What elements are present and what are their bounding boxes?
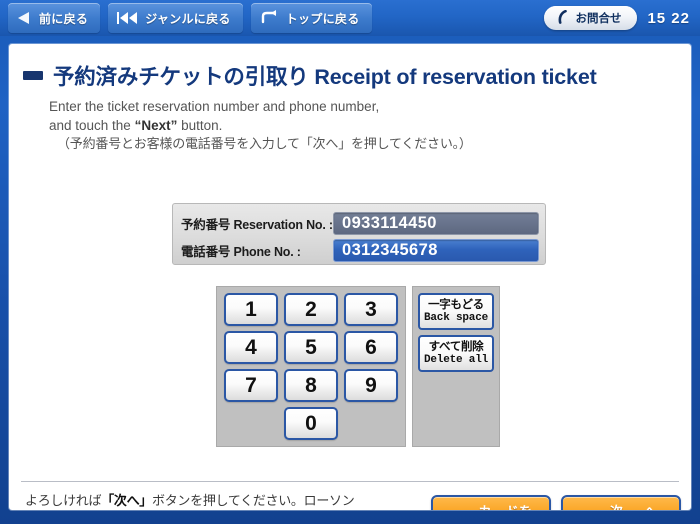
- key-3[interactable]: 3: [344, 293, 398, 326]
- key-2[interactable]: 2: [284, 293, 338, 326]
- key-8[interactable]: 8: [284, 369, 338, 402]
- footer-text-line-1: よろしければ「次へ」ボタンを押してください。ローソン: [25, 492, 425, 510]
- genre-back-button-label: ジャンルに戻る: [145, 11, 231, 26]
- triangle-left-icon: [16, 11, 32, 25]
- next-button-label: 次 へ Next: [592, 504, 679, 510]
- key-9[interactable]: 9: [344, 369, 398, 402]
- phone-number-field[interactable]: 0312345678: [333, 239, 539, 262]
- clock-display: 15 22: [647, 9, 690, 27]
- read-card-button[interactable]: カードを 読み取る: [431, 495, 551, 510]
- next-button[interactable]: 次 へ Next: [561, 495, 681, 510]
- footer-line1-a: よろしければ: [25, 492, 102, 508]
- contact-button-label: お問合せ: [575, 13, 622, 25]
- key-5[interactable]: 5: [284, 331, 338, 364]
- kiosk-screen: 前に戻る ジャンルに戻る トップに戻る お問合せ 15 22 予約済みチケットの…: [0, 0, 700, 524]
- key-0[interactable]: 0: [284, 407, 338, 440]
- contact-button[interactable]: お問合せ: [544, 6, 638, 30]
- phone-number-label: 電話番号 Phone No. :: [181, 245, 301, 259]
- content-panel: 予約済みチケットの引取り Receipt of reservation tick…: [9, 44, 691, 510]
- page-title: 予約済みチケットの引取り Receipt of reservation tick…: [53, 65, 597, 89]
- footer-line1-c: ボタンを押してください。ローソン: [152, 492, 355, 508]
- reservation-number-row: 予約番号 Reservation No. : 0933114450: [181, 211, 539, 236]
- key-7[interactable]: 7: [224, 369, 278, 402]
- instruction-line-3: （予約番号とお客様の電話番号を入力して「次へ」を押してください。）: [57, 136, 472, 152]
- phone-icon: [556, 9, 568, 27]
- instruction-line-1: Enter the ticket reservation number and …: [49, 99, 380, 114]
- backspace-button-label-jp: 一字もどる: [428, 299, 484, 312]
- keypad-side-panel: 一字もどる Back space すべて削除 Delete all: [412, 286, 500, 447]
- instructions-block: Enter the ticket reservation number and …: [49, 98, 691, 153]
- read-card-label-line-1: カードを: [478, 504, 532, 510]
- skip-back-icon: [116, 11, 138, 25]
- key-1[interactable]: 1: [224, 293, 278, 326]
- top-navigation-bar: 前に戻る ジャンルに戻る トップに戻る お問合せ 15 22: [0, 0, 700, 36]
- read-card-button-label: カードを 読み取る: [462, 504, 549, 510]
- delete-all-button-label-jp: すべて削除: [428, 341, 484, 354]
- instruction-next-keyword: “Next”: [134, 117, 178, 133]
- phone-number-row: 電話番号 Phone No. : 0312345678: [181, 238, 539, 263]
- footer-buttons: カードを 読み取る 次 へ Next: [431, 495, 681, 510]
- top-button[interactable]: トップに戻る: [250, 3, 372, 33]
- numeric-keypad: 1 2 3 4 5 6 7 8 9 0: [216, 286, 406, 447]
- key-zero-row: 0: [217, 407, 405, 440]
- backspace-button[interactable]: 一字もどる Back space: [418, 293, 494, 330]
- reservation-number-field[interactable]: 0933114450: [333, 212, 539, 235]
- delete-all-button-label-en: Delete all: [423, 353, 488, 366]
- backspace-button-label-en: Back space: [423, 311, 488, 324]
- key-4[interactable]: 4: [224, 331, 278, 364]
- genre-back-button[interactable]: ジャンルに戻る: [108, 3, 243, 33]
- input-fields-group: 予約番号 Reservation No. : 0933114450 電話番号 P…: [172, 203, 546, 265]
- footer-divider: [21, 481, 679, 482]
- top-button-label: トップに戻る: [285, 11, 360, 26]
- return-arrow-icon: [259, 10, 279, 26]
- title-bullet-icon: [23, 71, 43, 80]
- delete-all-button[interactable]: すべて削除 Delete all: [418, 335, 494, 372]
- page-title-row: 予約済みチケットの引取り Receipt of reservation tick…: [23, 60, 691, 91]
- footer-bar: よろしければ「次へ」ボタンを押してください。ローソン WEB会員の方でローチケ.…: [9, 487, 691, 510]
- reservation-number-label: 予約番号 Reservation No. :: [181, 218, 333, 232]
- back-button[interactable]: 前に戻る: [8, 3, 101, 33]
- instruction-line-2: and touch the “Next” button.: [49, 117, 691, 136]
- instruction-line-2-c: button.: [177, 117, 223, 133]
- instruction-line-2-a: and touch the: [49, 117, 135, 133]
- next-label-line-1: 次 へ: [610, 504, 661, 510]
- footer-text: よろしければ「次へ」ボタンを押してください。ローソン WEB会員の方でローチケ.…: [25, 492, 425, 510]
- keypad-area: 1 2 3 4 5 6 7 8 9 0 一字もどる Back space すべて…: [216, 286, 500, 447]
- footer-next-keyword: 「次へ」: [101, 492, 153, 508]
- key-6[interactable]: 6: [344, 331, 398, 364]
- back-button-label: 前に戻る: [39, 11, 89, 26]
